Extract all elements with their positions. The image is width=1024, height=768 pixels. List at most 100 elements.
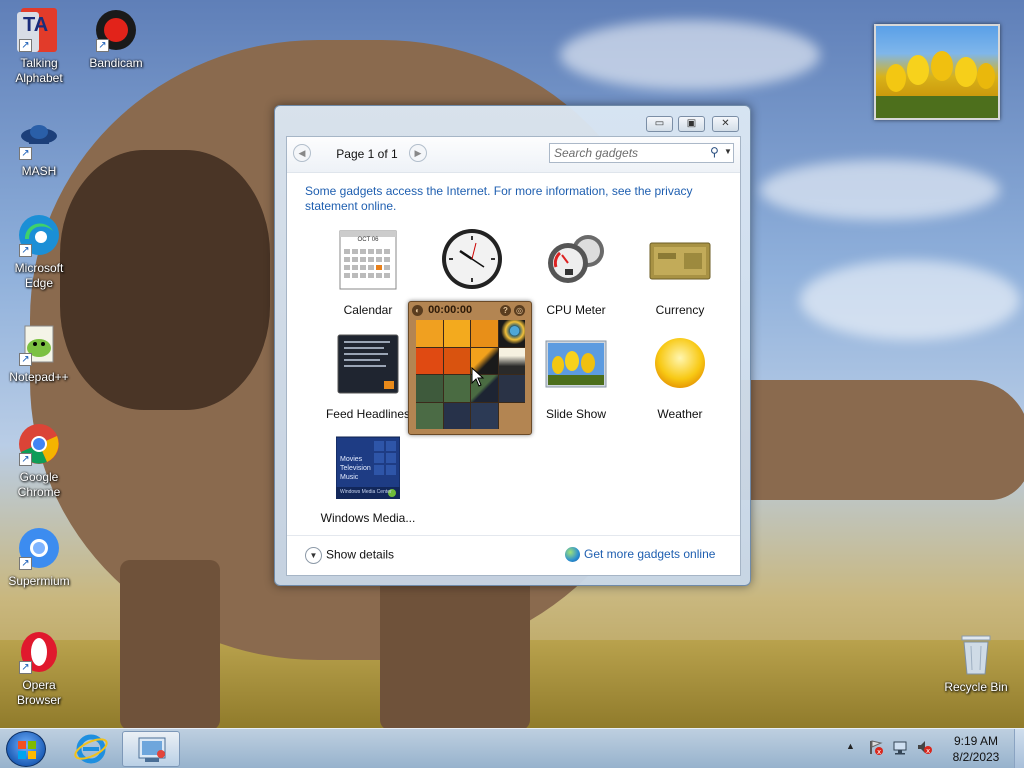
show-hidden-icons-button[interactable]: ▲ (846, 741, 855, 751)
mouse-cursor-icon (471, 367, 485, 387)
maximize-button[interactable]: ▣ (678, 116, 705, 132)
cpu-meter-icon (544, 227, 608, 291)
chevron-down-icon[interactable]: ▼ (724, 147, 732, 156)
puzzle-tile[interactable] (416, 375, 443, 402)
gadget-currency[interactable]: Currency (630, 227, 730, 317)
puzzle-picture-icon[interactable]: ◎ (514, 305, 525, 316)
taskbar: ▲ x x 9:19 AM 8/2/2023 (0, 728, 1024, 768)
maximize-icon: ▣ (686, 118, 697, 129)
puzzle-tile[interactable] (443, 320, 470, 347)
puzzle-tile[interactable] (498, 375, 525, 402)
search-box: ⚲ ▼ (549, 143, 734, 163)
puzzle-tile[interactable] (443, 375, 470, 402)
chrome-icon: ↗ (17, 422, 61, 466)
puzzle-tile[interactable] (416, 347, 443, 374)
gadget-cpu-meter[interactable]: CPU Meter (526, 227, 626, 317)
gadget-clock[interactable] (422, 227, 522, 291)
volume-muted-icon[interactable]: x (916, 739, 932, 755)
previous-page-button[interactable]: ◀ (293, 144, 311, 162)
puzzle-tile[interactable] (443, 402, 470, 429)
bandicam-icon: ↗ (94, 8, 138, 52)
desktop-icon-opera-browser[interactable]: ↗ Opera Browser (3, 630, 75, 708)
gallery-footer: ▼ Show details Get more gadgets online (287, 535, 740, 575)
puzzle-tile[interactable] (471, 402, 498, 429)
chevron-right-icon: ▶ (414, 148, 422, 158)
puzzle-tile[interactable] (471, 320, 498, 347)
media-brand-label: Windows Media Center (340, 489, 392, 495)
chevron-down-circle-icon: ▼ (305, 547, 322, 564)
get-more-gadgets-link[interactable]: Get more gadgets online (565, 547, 716, 563)
desktop-icon-google-chrome[interactable]: ↗ Google Chrome (3, 422, 75, 500)
close-button[interactable]: ✕ (712, 116, 739, 132)
desktop-icon-bandicam[interactable]: ↗ Bandicam (80, 8, 152, 71)
media-menu-movies: Movies (340, 456, 363, 463)
desktop-icon-supermium[interactable]: ↗ Supermium (3, 526, 75, 589)
puzzle-tile[interactable] (498, 320, 525, 347)
puzzle-pause-icon[interactable]: ◐ (412, 304, 423, 316)
desktop-icon-label: MASH (21, 164, 57, 178)
gadget-feed-headlines[interactable]: Feed Headlines (318, 331, 418, 421)
gadget-label: Windows Media... (320, 511, 416, 525)
gadget-weather[interactable]: Weather (630, 331, 730, 421)
desktop-icon-label: Microsoft Edge (14, 261, 64, 290)
svg-text:x: x (926, 747, 930, 755)
system-tray: ▲ x x 9:19 AM 8/2/2023 (840, 729, 1024, 768)
show-desktop-button[interactable] (1014, 729, 1024, 768)
minimize-icon: ▭ (654, 118, 665, 129)
mash-icon: ↗ (17, 116, 61, 160)
calendar-month-label: OCT 06 (357, 237, 379, 243)
search-icon[interactable]: ⚲ (710, 145, 719, 159)
feed-headlines-icon (336, 331, 400, 395)
gadget-picture-puzzle[interactable]: ◐ 00:00:00 ? ◎ (408, 301, 532, 435)
desktop-slideshow-gadget[interactable] (874, 24, 1000, 120)
shortcut-arrow-icon: ↗ (96, 39, 109, 52)
search-input[interactable] (554, 146, 704, 160)
minimize-button[interactable]: ▭ (646, 116, 673, 132)
puzzle-tile[interactable] (498, 402, 525, 429)
desktop-icon-label: Bandicam (89, 56, 143, 70)
windows-logo-icon (18, 741, 36, 759)
tulips-photo-icon (876, 51, 998, 118)
gadget-windows-media-center[interactable]: Movies Television Music Windows Media Ce… (318, 435, 418, 525)
taskbar-internet-explorer[interactable] (62, 731, 120, 767)
desktop-icon-label: Notepad++ (9, 370, 69, 384)
privacy-note-link[interactable]: Some gadgets access the Internet. For mo… (305, 184, 725, 214)
start-button[interactable] (6, 731, 46, 767)
calendar-icon: OCT 06 (336, 227, 400, 291)
media-menu-music: Music (340, 474, 359, 481)
close-icon: ✕ (721, 118, 730, 129)
puzzle-tile[interactable] (443, 347, 470, 374)
puzzle-tile[interactable] (498, 347, 525, 374)
taskbar-gadget-gallery[interactable] (122, 731, 180, 767)
media-menu-television: Television (340, 465, 371, 472)
shortcut-arrow-icon: ↗ (19, 39, 32, 52)
chevron-left-icon: ◀ (298, 148, 306, 158)
puzzle-tile[interactable] (416, 402, 443, 429)
slide-show-icon (544, 331, 608, 395)
gadget-calendar[interactable]: OCT 06 Calendar (318, 227, 418, 317)
shortcut-arrow-icon: ↗ (19, 453, 32, 466)
puzzle-toolbar: ◐ 00:00:00 ? ◎ (412, 304, 528, 318)
desktop-icon-label: Talking Alphabet (15, 56, 63, 85)
supermium-icon: ↗ (17, 526, 61, 570)
puzzle-tile[interactable] (416, 320, 443, 347)
action-center-flag-icon[interactable]: x (868, 739, 884, 756)
puzzle-help-icon[interactable]: ? (500, 305, 511, 316)
gadget-label: Feed Headlines (325, 407, 411, 421)
get-more-gadgets-label: Get more gadgets online (584, 547, 716, 561)
page-indicator: Page 1 of 1 (336, 147, 398, 161)
desktop-icon-microsoft-edge[interactable]: ↗ Microsoft Edge (3, 213, 75, 291)
desktop-icon-talking-alphabet[interactable]: TA ↗ Talking Alphabet (3, 8, 75, 86)
desktop-icon-notepad-plus-plus[interactable]: ↗ Notepad++ (3, 322, 75, 385)
desktop-icon-recycle-bin[interactable]: Recycle Bin (940, 632, 1012, 694)
show-details-button[interactable]: ▼ Show details (305, 547, 394, 564)
desktop-icon-mash[interactable]: ↗ MASH (3, 116, 75, 179)
next-page-button[interactable]: ▶ (409, 144, 427, 162)
edge-icon: ↗ (17, 213, 61, 257)
globe-icon (565, 547, 580, 563)
gadget-gallery-taskbar-icon (138, 737, 166, 762)
network-icon[interactable] (892, 739, 908, 755)
shortcut-arrow-icon: ↗ (19, 557, 32, 570)
gadget-slide-show[interactable]: Slide Show (526, 331, 626, 421)
talking-alphabet-icon: TA ↗ (17, 8, 61, 52)
